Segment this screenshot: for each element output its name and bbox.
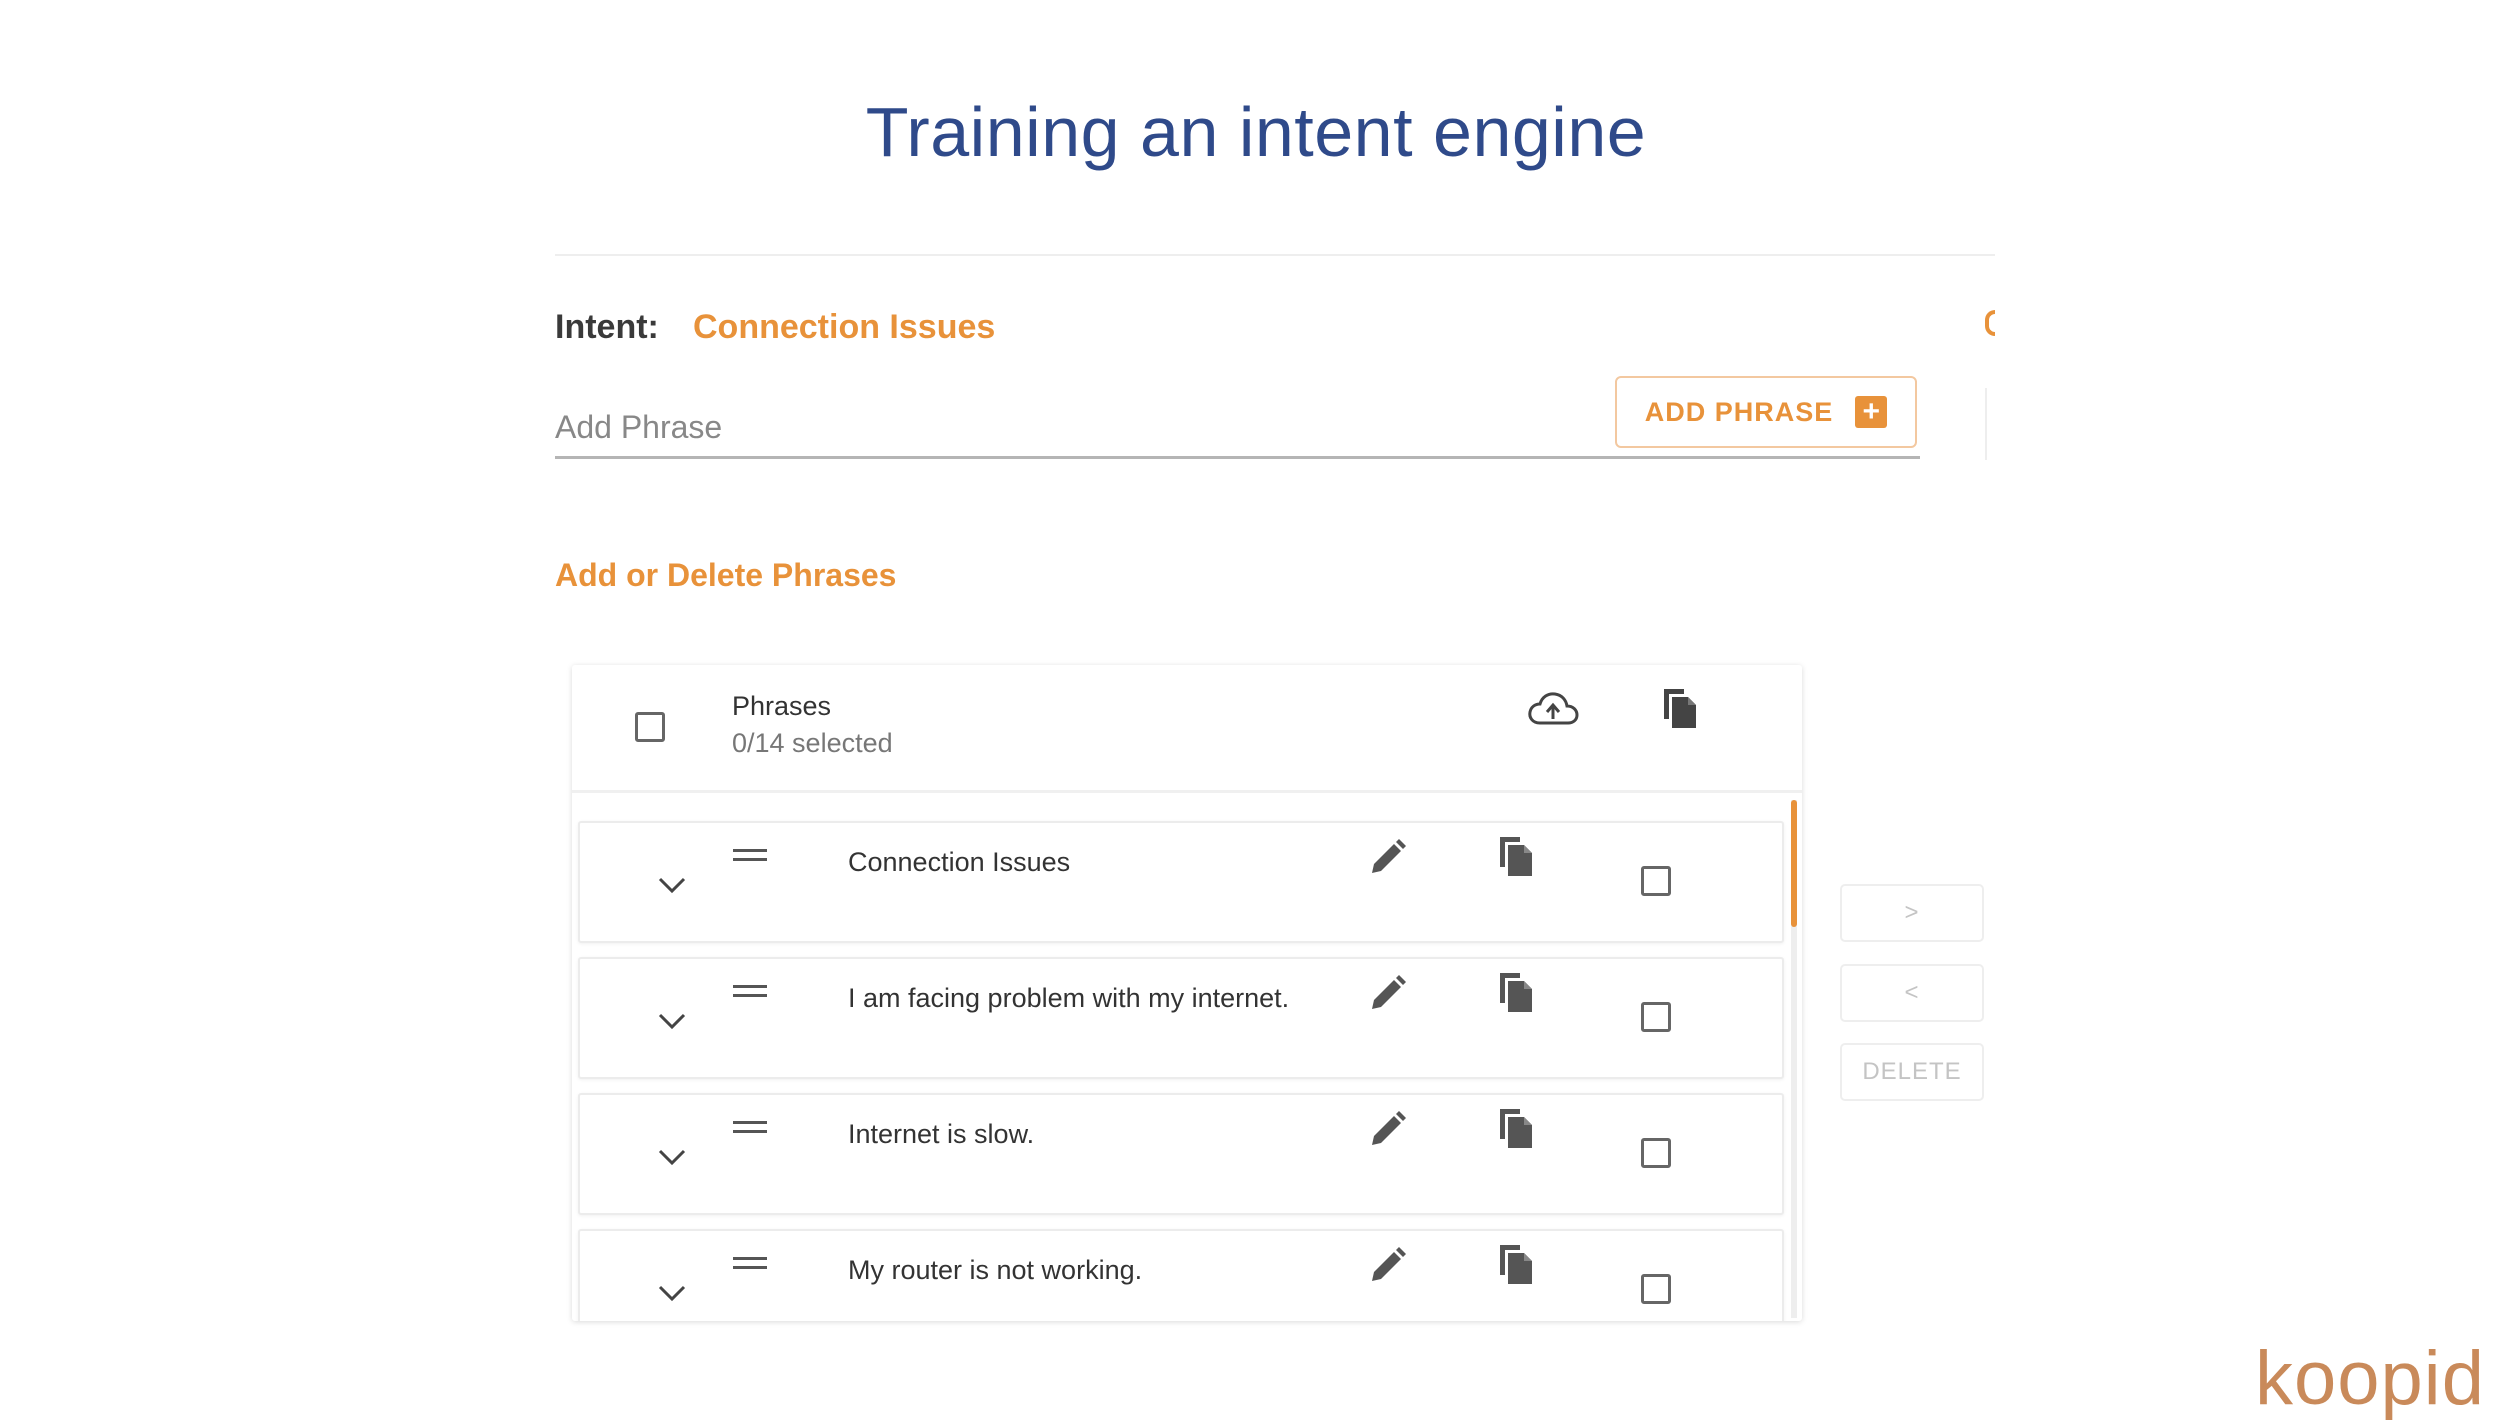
copy-icon[interactable] bbox=[1496, 833, 1536, 879]
phrase-text: My router is not working. bbox=[848, 1255, 1143, 1285]
drag-handle-icon[interactable] bbox=[733, 1255, 767, 1271]
phrase-row: Connection Issues bbox=[578, 821, 1784, 943]
scrollbar-thumb[interactable] bbox=[1791, 800, 1797, 927]
phrases-table-header: Phrases 0/14 selected bbox=[572, 665, 1802, 793]
chevron-down-icon[interactable] bbox=[657, 1283, 687, 1303]
phrase-text: Internet is slow. bbox=[848, 1119, 1035, 1149]
chevron-down-icon[interactable] bbox=[657, 1011, 687, 1031]
pencil-icon[interactable] bbox=[1366, 1245, 1408, 1287]
partial-edge-box bbox=[1985, 388, 1997, 460]
row-checkbox[interactable] bbox=[1641, 1002, 1671, 1032]
delete-button[interactable]: DELETE bbox=[1840, 1043, 1984, 1101]
phrase-row: Internet is slow. bbox=[578, 1093, 1784, 1215]
move-left-button[interactable]: < bbox=[1840, 964, 1984, 1022]
row-checkbox[interactable] bbox=[1641, 1138, 1671, 1168]
pencil-icon[interactable] bbox=[1366, 973, 1408, 1015]
partial-edge-icon bbox=[1985, 310, 1995, 336]
table-header-title: Phrases bbox=[732, 691, 832, 721]
chevron-down-icon[interactable] bbox=[657, 875, 687, 895]
pencil-icon[interactable] bbox=[1366, 1109, 1408, 1151]
drag-handle-icon[interactable] bbox=[733, 847, 767, 863]
copy-icon[interactable] bbox=[1660, 685, 1700, 731]
drag-handle-icon[interactable] bbox=[733, 983, 767, 999]
row-checkbox[interactable] bbox=[1641, 866, 1671, 896]
select-all-checkbox[interactable] bbox=[635, 712, 665, 742]
copy-icon[interactable] bbox=[1496, 1241, 1536, 1287]
brand-logo: koopid bbox=[2255, 1336, 2485, 1421]
cloud-upload-icon[interactable] bbox=[1527, 689, 1579, 729]
page-title: Training an intent engine bbox=[865, 93, 1647, 171]
add-phrase-button[interactable]: ADD PHRASE + bbox=[1615, 376, 1917, 448]
add-phrase-button-label: ADD PHRASE bbox=[1644, 396, 1834, 427]
drag-handle-icon[interactable] bbox=[733, 1119, 767, 1135]
header-divider bbox=[555, 254, 1995, 256]
phrase-text: I am facing problem with my internet. bbox=[848, 983, 1290, 1013]
chevron-down-icon[interactable] bbox=[657, 1147, 687, 1167]
row-checkbox[interactable] bbox=[1641, 1274, 1671, 1304]
pencil-icon[interactable] bbox=[1366, 837, 1408, 879]
phrase-row: I am facing problem with my internet. bbox=[578, 957, 1784, 1079]
move-right-button[interactable]: > bbox=[1840, 884, 1984, 942]
phrase-row: My router is not working. bbox=[578, 1229, 1784, 1321]
intent-name: Connection Issues bbox=[693, 308, 996, 346]
section-title: Add or Delete Phrases bbox=[555, 557, 897, 593]
copy-icon[interactable] bbox=[1496, 1105, 1536, 1151]
phrases-table: Phrases 0/14 selected Connection Issues … bbox=[572, 665, 1802, 1321]
selection-status: 0/14 selected bbox=[732, 728, 893, 758]
phrase-text: Connection Issues bbox=[848, 847, 1071, 877]
plus-box-icon: + bbox=[1855, 396, 1888, 428]
intent-label: Intent: bbox=[555, 308, 659, 346]
copy-icon[interactable] bbox=[1496, 969, 1536, 1015]
